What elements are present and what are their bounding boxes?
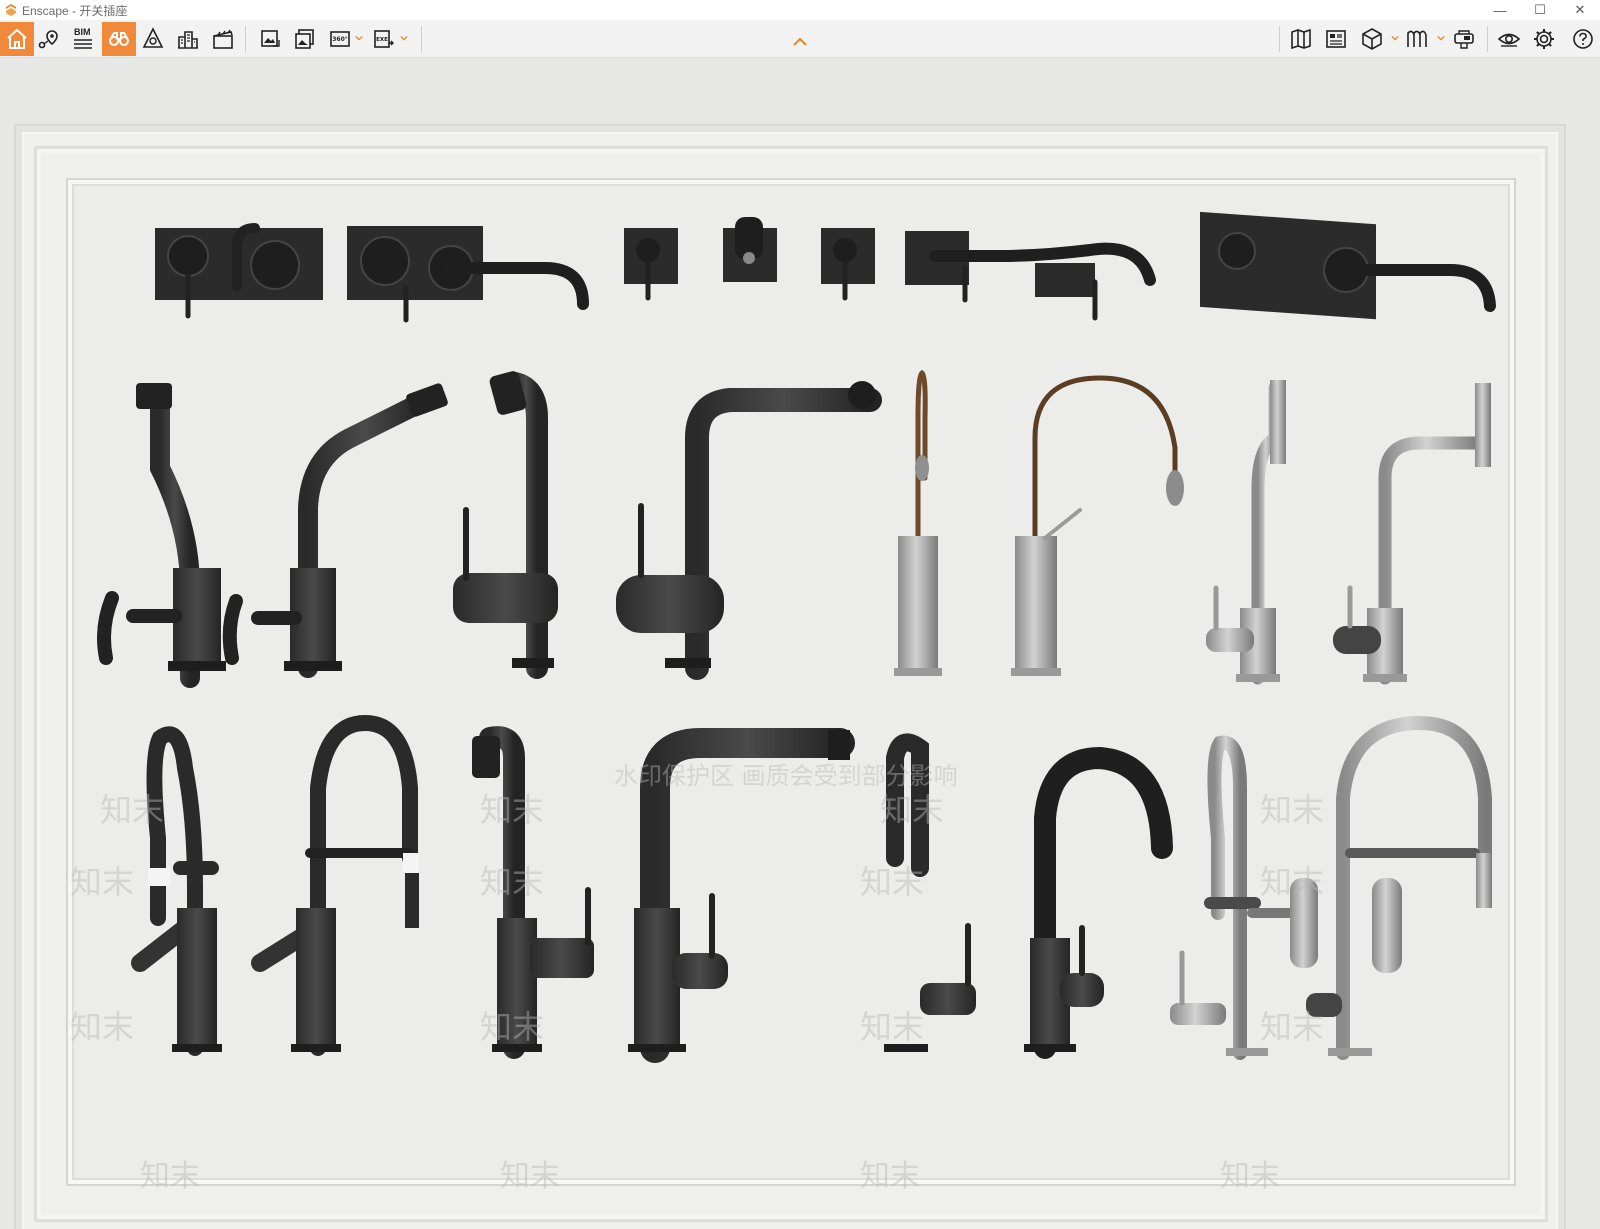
kitchen-faucet-black-8 xyxy=(1024,746,1173,1059)
basin-faucet-steel-2 xyxy=(1011,375,1184,676)
watermark-mark: 知末 xyxy=(860,1159,920,1194)
export-dropdown[interactable] xyxy=(399,31,409,45)
watermark-mark: 知末 xyxy=(480,791,544,829)
close-button[interactable]: ✕ xyxy=(1560,0,1600,20)
export-exe-button[interactable]: EXE xyxy=(367,22,401,56)
eye-icon xyxy=(1497,33,1521,47)
buildings-icon xyxy=(178,31,198,49)
watermark-mark: 知末 xyxy=(860,863,924,901)
kitchen-faucet-steel-2 xyxy=(1333,383,1491,685)
svg-text:EXE: EXE xyxy=(376,37,388,43)
wall-faucet-3 xyxy=(905,231,1156,321)
location-pin-icon xyxy=(38,30,58,49)
cube-view-icon xyxy=(1362,28,1382,50)
watermark-mark: 知末 xyxy=(1260,791,1324,829)
kitchen-faucet-steel-1 xyxy=(1206,380,1286,685)
chevron-up-icon xyxy=(793,37,807,46)
chevron-down-icon xyxy=(1391,35,1399,41)
chevron-down-icon xyxy=(355,35,363,41)
buildings-button[interactable] xyxy=(171,22,205,56)
settings-button[interactable] xyxy=(1527,22,1561,56)
vr-button[interactable] xyxy=(1447,22,1481,56)
vr-headset-icon xyxy=(1454,30,1474,49)
svg-text:360°: 360° xyxy=(332,36,348,43)
maximize-button[interactable]: ☐ xyxy=(1520,0,1560,20)
watermark-mark: 知末 xyxy=(1260,863,1324,901)
watermark-mark: 知末 xyxy=(500,1159,560,1194)
home-icon xyxy=(7,28,27,49)
location-button[interactable] xyxy=(32,22,66,56)
bim-label: BIM xyxy=(74,27,91,37)
faucet-render-scene: 水印保护区 画质会受到部分影响 知末 知末 知末 知末 知末 知末 知末 知末 … xyxy=(70,211,1496,1194)
watermark-mark: 知末 xyxy=(1220,1159,1280,1194)
render-viewport[interactable]: 水印保护区 画质会受到部分影响 知末 知末 知末 知末 知末 知末 知末 知末 … xyxy=(0,58,1600,1229)
watermark-text: 水印保护区 画质会受到部分影响 xyxy=(614,762,958,790)
panorama-dropdown[interactable] xyxy=(354,31,364,45)
help-button[interactable] xyxy=(1566,22,1600,56)
chevron-down-icon xyxy=(1437,35,1445,41)
watermark-mark: 知末 xyxy=(860,1008,924,1046)
toolbar-separator xyxy=(421,26,422,52)
clapperboard-icon xyxy=(213,29,233,49)
toolbar-separator xyxy=(245,26,246,52)
help-icon xyxy=(1573,29,1593,49)
watermark-mark: 知末 xyxy=(480,863,544,901)
binoculars-icon xyxy=(109,32,129,46)
title-bar: Enscape - 开关插座 — ☐ ✕ xyxy=(0,0,1600,20)
perspective-button[interactable] xyxy=(136,22,170,56)
video-editor-button[interactable] xyxy=(206,22,240,56)
material-button[interactable] xyxy=(1400,22,1434,56)
material-dropdown[interactable] xyxy=(1436,31,1446,45)
batch-export-icon xyxy=(295,29,314,49)
watermark-mark: 知末 xyxy=(880,791,944,829)
watermark-mark: 知末 xyxy=(70,1008,134,1046)
wall-valve-2 xyxy=(821,228,875,301)
bim-button[interactable]: BIM xyxy=(66,22,100,56)
toolbar: BIM 360° EXE xyxy=(0,20,1600,58)
watermark-mark: 知末 xyxy=(140,1159,200,1194)
asset-library-button[interactable] xyxy=(1319,22,1353,56)
export-image-button[interactable] xyxy=(253,22,287,56)
wall-faucet-2 xyxy=(347,226,589,323)
wall-faucet-1 xyxy=(155,223,323,319)
map-icon xyxy=(1291,28,1311,50)
material-icon xyxy=(1407,30,1427,47)
kitchen-faucet-black-1 xyxy=(97,383,226,688)
spring-faucet-black-1 xyxy=(131,726,222,1056)
wall-spout-head xyxy=(723,217,777,282)
settings-gear-icon xyxy=(1534,29,1554,49)
pro-faucet-steel-2 xyxy=(1306,715,1492,1060)
chevron-down-icon xyxy=(400,35,408,41)
perspective-icon xyxy=(142,27,164,48)
visual-settings-button[interactable] xyxy=(1492,22,1526,56)
watermark-mark: 知末 xyxy=(70,863,134,901)
wall-faucet-4 xyxy=(1200,211,1496,320)
watermark-mark: 知末 xyxy=(480,1008,544,1046)
export-image-icon xyxy=(261,30,280,47)
watermark-mark: 知末 xyxy=(1260,1008,1324,1046)
window-title: Enscape - 开关插座 xyxy=(22,3,128,18)
panorama-360-icon: 360° xyxy=(330,31,350,47)
wall-valve-1 xyxy=(624,228,678,301)
enscape-logo-icon xyxy=(4,3,18,17)
toolbar-separator xyxy=(1279,26,1280,52)
panorama-button[interactable]: 360° xyxy=(323,22,357,56)
kitchen-faucet-black-3 xyxy=(453,371,558,679)
export-exe-icon: EXE xyxy=(374,30,394,48)
batch-export-button[interactable] xyxy=(288,22,322,56)
kitchen-faucet-black-2 xyxy=(222,383,448,678)
kitchen-faucet-black-4 xyxy=(616,381,882,680)
map-button[interactable] xyxy=(1284,22,1318,56)
cube-view-dropdown[interactable] xyxy=(1390,31,1400,45)
collapse-toolbar-button[interactable] xyxy=(792,34,808,46)
minimize-button[interactable]: — xyxy=(1480,0,1520,20)
watermark-mark: 知末 xyxy=(100,791,164,829)
basin-faucet-steel-1 xyxy=(894,369,942,676)
asset-library-icon xyxy=(1326,30,1346,48)
home-button[interactable] xyxy=(0,22,34,56)
spring-faucet-black-2 xyxy=(251,714,419,1056)
walk-mode-button[interactable] xyxy=(102,22,136,56)
toolbar-separator xyxy=(1487,26,1488,52)
cube-view-button[interactable] xyxy=(1355,22,1389,56)
